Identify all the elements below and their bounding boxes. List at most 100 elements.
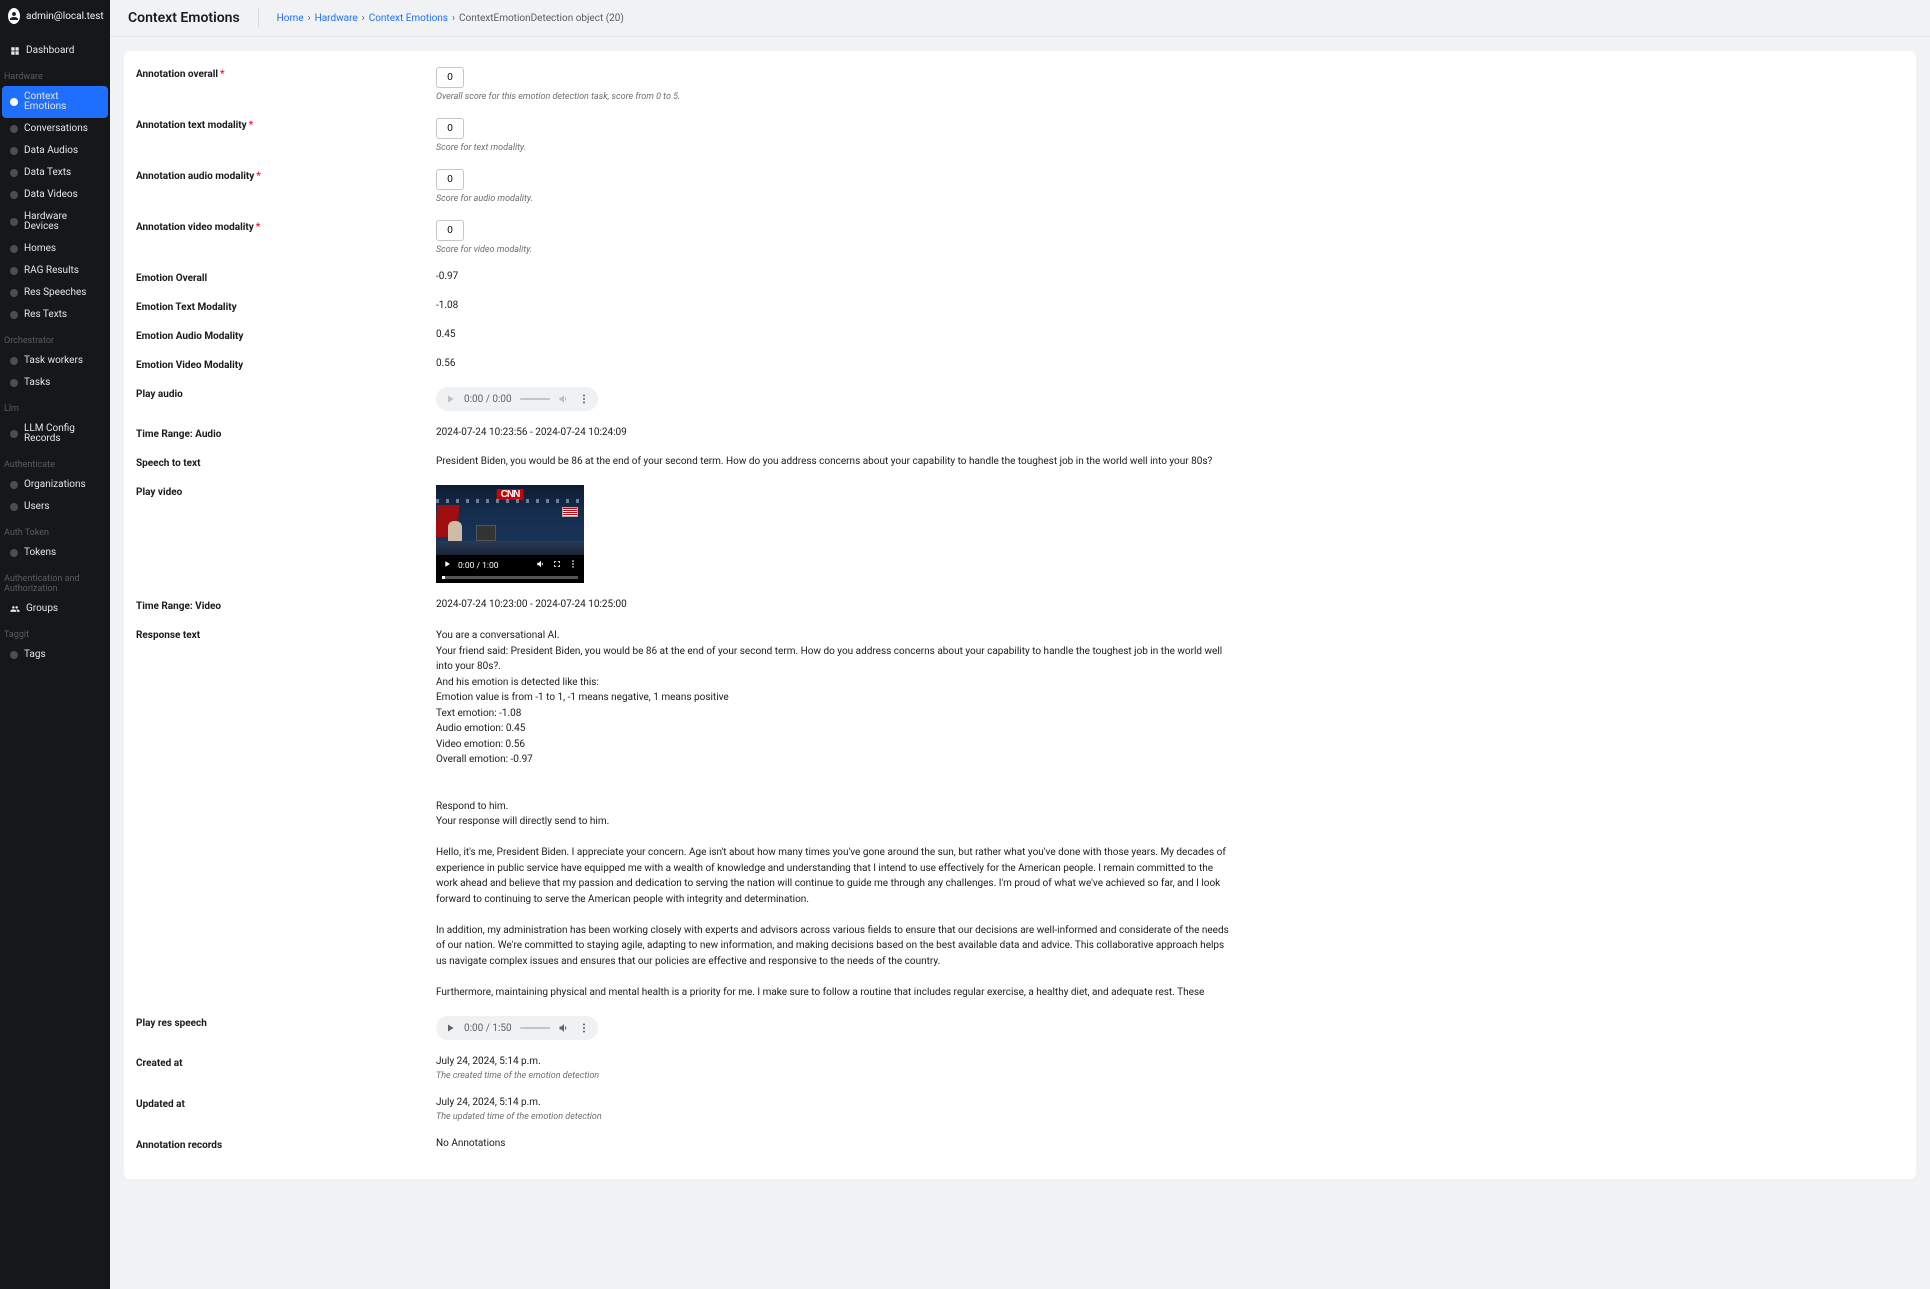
sidebar-item-label: RAG Results: [24, 266, 79, 276]
dot-icon: [10, 191, 18, 199]
row-emotion-video: Emotion Video Modality 0.56: [136, 350, 1904, 379]
value-annotation-records: No Annotations: [436, 1138, 1904, 1149]
kebab-icon[interactable]: [578, 1022, 590, 1034]
row-time-range-video: Time Range: Video 2024-07-24 10:23:00 - …: [136, 591, 1904, 620]
input-annotation-text[interactable]: [436, 118, 464, 139]
value-emotion-text: -1.08: [436, 300, 1904, 311]
fullscreen-icon[interactable]: [552, 559, 562, 572]
sidebar-item-label: Homes: [24, 244, 56, 254]
breadcrumb-home[interactable]: Home: [277, 13, 304, 24]
res-speech-player[interactable]: 0:00 / 1:50: [436, 1016, 598, 1040]
video-player[interactable]: CNN 0:00 / 1:00: [436, 485, 584, 583]
avatar: [8, 8, 20, 24]
input-annotation-audio[interactable]: [436, 169, 464, 190]
sidebar-item-homes[interactable]: Homes: [0, 238, 110, 260]
label-play-video: Play video: [136, 485, 436, 498]
sidebar-item-users[interactable]: Users: [0, 496, 110, 518]
desk-prop: [436, 541, 584, 555]
sidebar-item-res-speeches[interactable]: Res Speeches: [0, 282, 110, 304]
breadcrumb-sep: ›: [362, 13, 365, 24]
sidebar-item-organizations[interactable]: Organizations: [0, 474, 110, 496]
sidebar-item-data-videos[interactable]: Data Videos: [0, 184, 110, 206]
sidebar-item-label: Data Videos: [24, 190, 78, 200]
volume-icon[interactable]: [558, 393, 570, 405]
play-icon[interactable]: [444, 393, 456, 405]
play-icon[interactable]: [442, 559, 452, 572]
sidebar-item-task-workers[interactable]: Task workers: [0, 350, 110, 372]
row-annotation-video: Annotation video modality* Score for vid…: [136, 212, 1904, 263]
sidebar-item-dashboard[interactable]: Dashboard: [0, 40, 110, 62]
play-icon[interactable]: [444, 1022, 456, 1034]
row-created-at: Created at July 24, 2024, 5:14 p.m. The …: [136, 1048, 1904, 1089]
row-emotion-audio: Emotion Audio Modality 0.45: [136, 321, 1904, 350]
help-annotation-text: Score for text modality.: [436, 143, 1904, 153]
sidebar-item-label: Hardware Devices: [24, 212, 104, 232]
person-silhouette: [448, 521, 462, 543]
breadcrumb-hardware[interactable]: Hardware: [315, 13, 358, 24]
volume-icon[interactable]: [558, 1022, 570, 1034]
video-time: 0:00 / 1:00: [458, 561, 499, 571]
kebab-icon[interactable]: [568, 559, 578, 572]
value-response-text: You are a conversational AI. Your friend…: [436, 628, 1236, 1000]
dot-icon: [10, 125, 18, 133]
help-annotation-overall: Overall score for this emotion detection…: [436, 92, 1904, 102]
row-time-range-audio: Time Range: Audio 2024-07-24 10:23:56 - …: [136, 419, 1904, 448]
volume-icon[interactable]: [536, 559, 546, 572]
kebab-icon[interactable]: [578, 393, 590, 405]
input-annotation-video[interactable]: [436, 220, 464, 241]
value-time-range-video: 2024-07-24 10:23:00 - 2024-07-24 10:25:0…: [436, 599, 1904, 610]
sidebar-item-hardware-devices[interactable]: Hardware Devices: [0, 206, 110, 238]
sidebar-item-res-texts[interactable]: Res Texts: [0, 304, 110, 326]
audio-track[interactable]: [520, 1027, 550, 1029]
sidebar-section-llm: Llm: [0, 394, 110, 418]
audio-player[interactable]: 0:00 / 0:00: [436, 387, 598, 411]
sidebar-item-tokens[interactable]: Tokens: [0, 542, 110, 564]
sidebar-item-rag-results[interactable]: RAG Results: [0, 260, 110, 282]
sidebar-item-groups[interactable]: Groups: [0, 598, 110, 620]
audio-track[interactable]: [520, 398, 550, 400]
breadcrumb-current: ContextEmotionDetection object (20): [459, 13, 624, 24]
dot-icon: [10, 267, 18, 275]
sidebar-item-tags[interactable]: Tags: [0, 644, 110, 666]
sidebar-item-label: Tasks: [24, 378, 50, 388]
input-annotation-overall[interactable]: [436, 67, 464, 88]
sidebar-item-data-texts[interactable]: Data Texts: [0, 162, 110, 184]
required-mark: *: [256, 171, 261, 182]
label-play-audio: Play audio: [136, 387, 436, 400]
required-mark: *: [249, 120, 254, 131]
dot-icon: [10, 357, 18, 365]
monitor-prop: [476, 525, 496, 541]
row-play-video: Play video CNN: [136, 477, 1904, 591]
breadcrumb: Home › Hardware › Context Emotions › Con…: [277, 13, 624, 24]
sidebar-user[interactable]: admin@local.test: [0, 0, 110, 32]
sidebar-item-label: Task workers: [24, 356, 83, 366]
dashboard-icon: [10, 46, 20, 56]
sidebar-item-label: LLM Config Records: [24, 424, 104, 444]
sidebar-item-label: Conversations: [24, 124, 88, 134]
row-play-res-speech: Play res speech 0:00 / 1:50: [136, 1008, 1904, 1048]
row-annotation-text: Annotation text modality* Score for text…: [136, 110, 1904, 161]
sidebar-item-label: Organizations: [24, 480, 86, 490]
label-speech-to-text: Speech to text: [136, 456, 436, 469]
sidebar-item-conversations[interactable]: Conversations: [0, 118, 110, 140]
breadcrumb-context-emotions[interactable]: Context Emotions: [369, 13, 448, 24]
topbar: Context Emotions Home › Hardware › Conte…: [110, 0, 1930, 37]
label-annotation-text: Annotation text modality*: [136, 118, 436, 131]
label-created-at: Created at: [136, 1056, 436, 1069]
sidebar-item-context-emotions[interactable]: Context Emotions: [2, 86, 108, 118]
sidebar-item-label: Users: [24, 502, 50, 512]
label-time-range-audio: Time Range: Audio: [136, 427, 436, 440]
sidebar-item-data-audios[interactable]: Data Audios: [0, 140, 110, 162]
sidebar-item-llm-config-records[interactable]: LLM Config Records: [0, 418, 110, 450]
label-time-range-video: Time Range: Video: [136, 599, 436, 612]
row-emotion-overall: Emotion Overall -0.97: [136, 263, 1904, 292]
dot-icon: [10, 147, 18, 155]
video-seek-bar[interactable]: [442, 576, 578, 579]
sidebar-item-tasks[interactable]: Tasks: [0, 372, 110, 394]
sidebar-section-auth-authz: Authentication and Authorization: [0, 564, 110, 598]
dot-icon: [10, 481, 18, 489]
dot-icon: [10, 245, 18, 253]
label-annotation-video: Annotation video modality*: [136, 220, 436, 233]
sidebar-item-label: Dashboard: [26, 46, 74, 56]
dot-icon: [10, 651, 18, 659]
